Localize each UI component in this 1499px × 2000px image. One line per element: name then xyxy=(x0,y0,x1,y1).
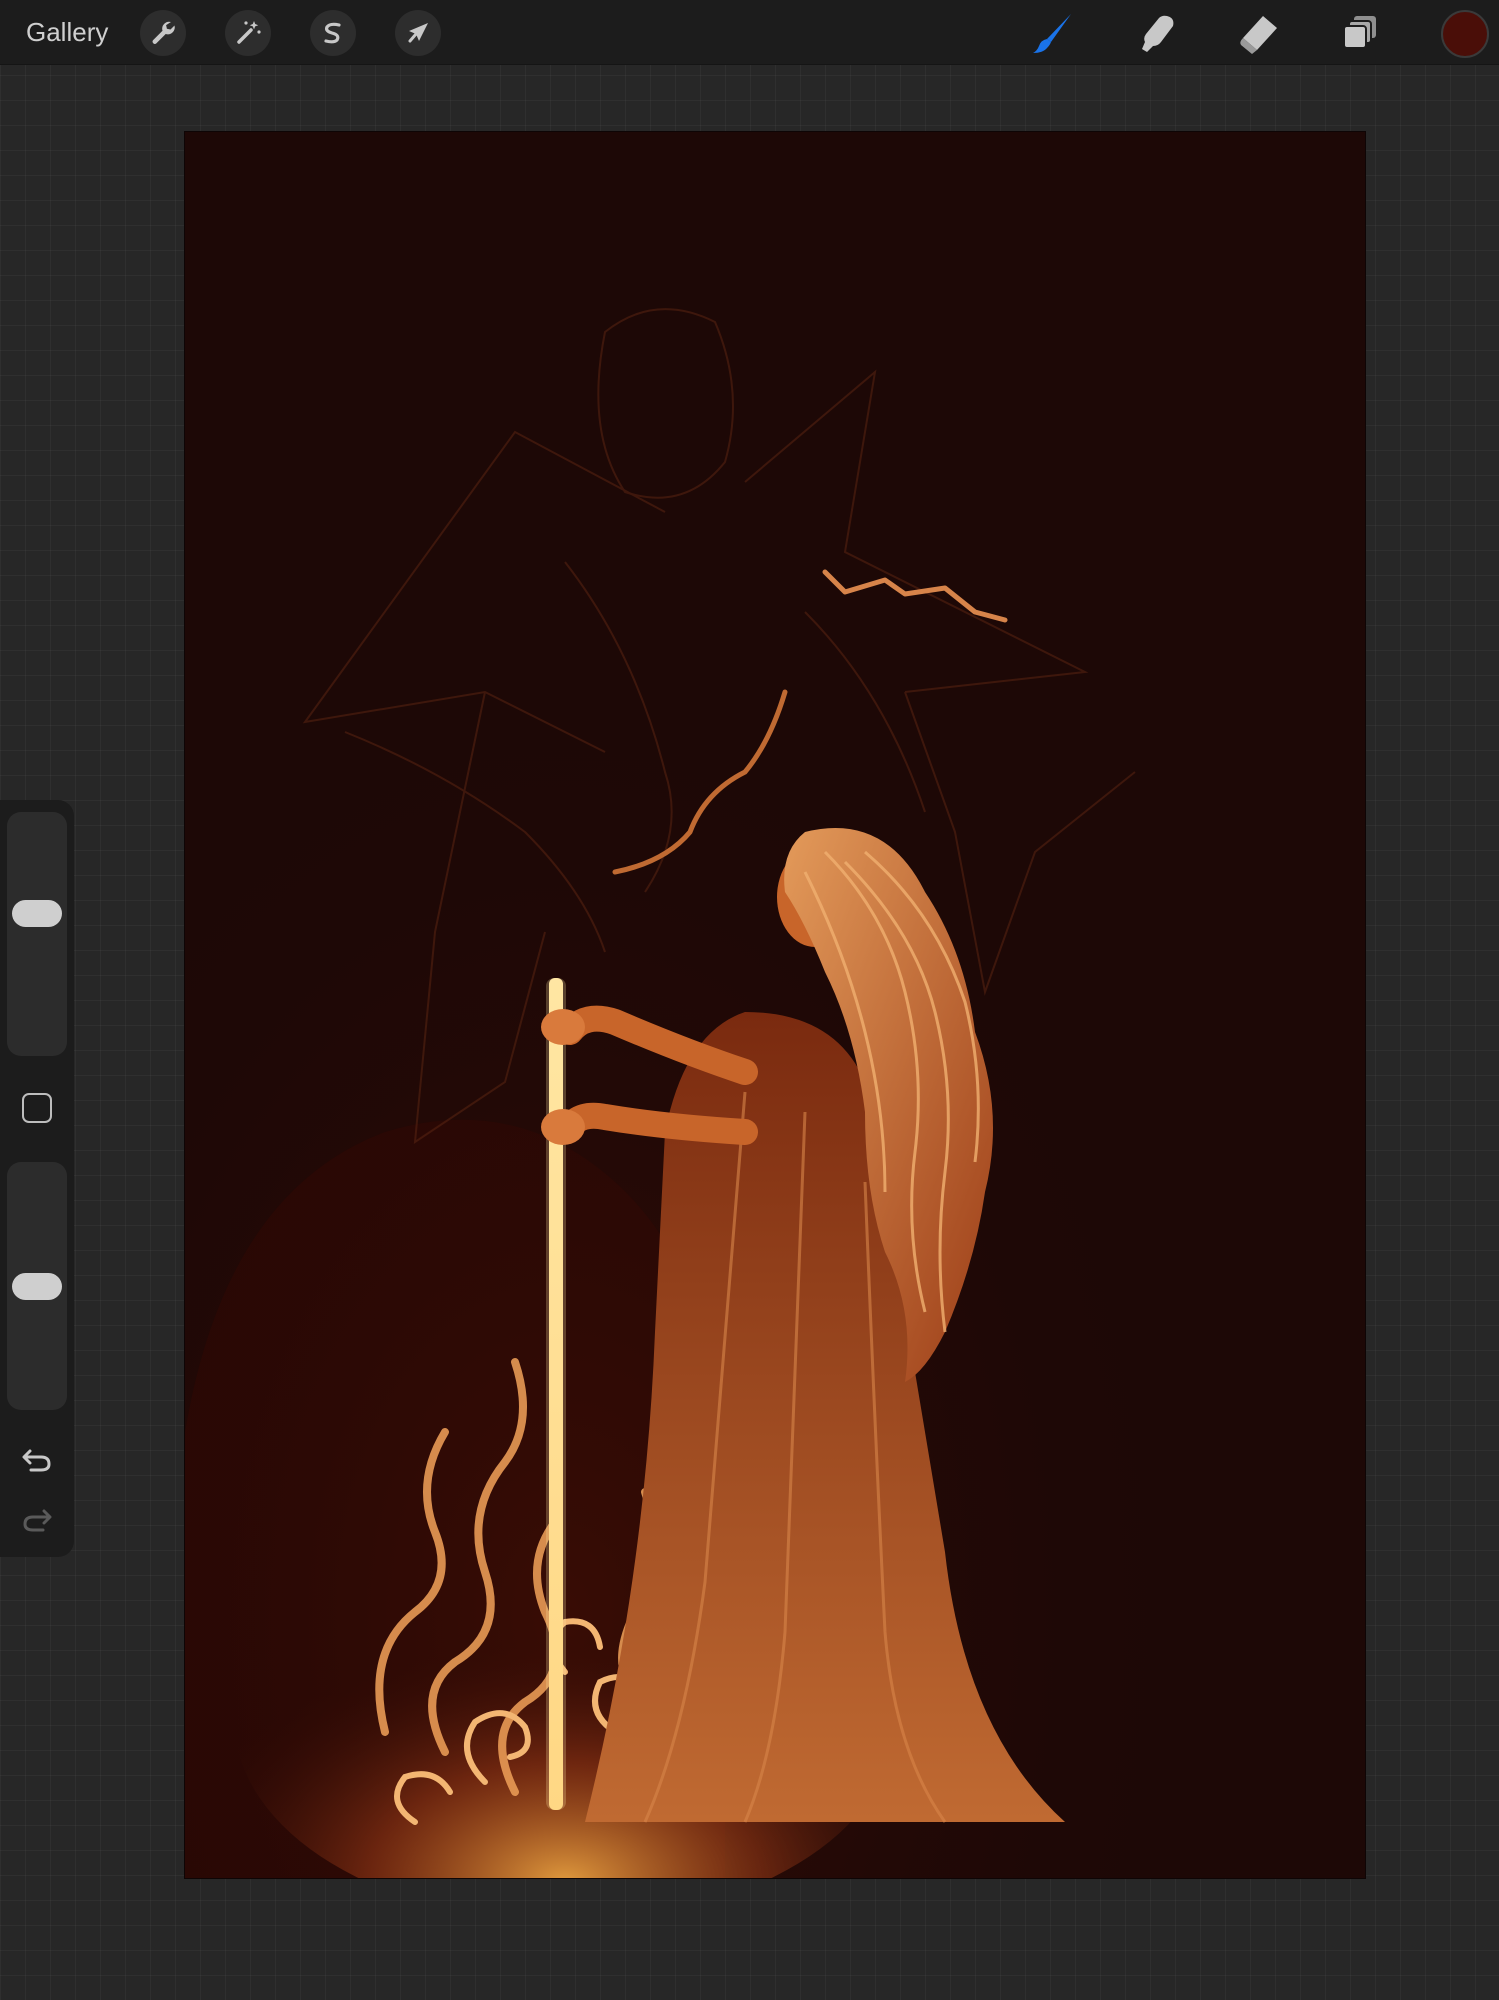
procreate-workspace: Gallery xyxy=(0,0,1499,2000)
drawing-canvas[interactable] xyxy=(185,132,1365,1878)
selection-button[interactable] xyxy=(310,10,356,56)
side-toolbar xyxy=(0,800,74,1557)
redo-icon xyxy=(23,1509,52,1532)
gallery-button[interactable]: Gallery xyxy=(26,14,108,50)
modify-button[interactable] xyxy=(22,1093,52,1123)
brush-icon xyxy=(1033,14,1071,53)
brush-opacity-thumb[interactable] xyxy=(12,1272,62,1300)
artwork-illustration xyxy=(185,132,1365,1878)
top-toolbar: Gallery xyxy=(0,0,1499,65)
color-picker-button[interactable] xyxy=(1441,10,1489,58)
undo-button[interactable] xyxy=(17,1439,57,1479)
brush-button[interactable] xyxy=(1029,8,1079,58)
eraser-icon xyxy=(1240,16,1277,54)
layers-icon xyxy=(1343,16,1376,49)
brush-size-thumb[interactable] xyxy=(12,899,62,927)
undo-icon xyxy=(22,1449,51,1472)
brush-opacity-slider[interactable] xyxy=(7,1162,67,1410)
magic-wand-icon xyxy=(237,21,261,44)
transform-button[interactable] xyxy=(395,10,441,56)
actions-button[interactable] xyxy=(140,10,186,56)
selection-s-icon xyxy=(324,22,341,44)
adjustments-button[interactable] xyxy=(225,10,271,56)
eraser-button[interactable] xyxy=(1233,8,1283,58)
wrench-icon xyxy=(152,21,175,44)
smudge-button[interactable] xyxy=(1131,8,1181,58)
smudge-finger-icon xyxy=(1142,15,1174,52)
arrow-cursor-icon xyxy=(408,23,428,43)
brush-size-slider[interactable] xyxy=(7,812,67,1056)
redo-button[interactable] xyxy=(17,1499,57,1539)
layers-button[interactable] xyxy=(1336,8,1386,58)
